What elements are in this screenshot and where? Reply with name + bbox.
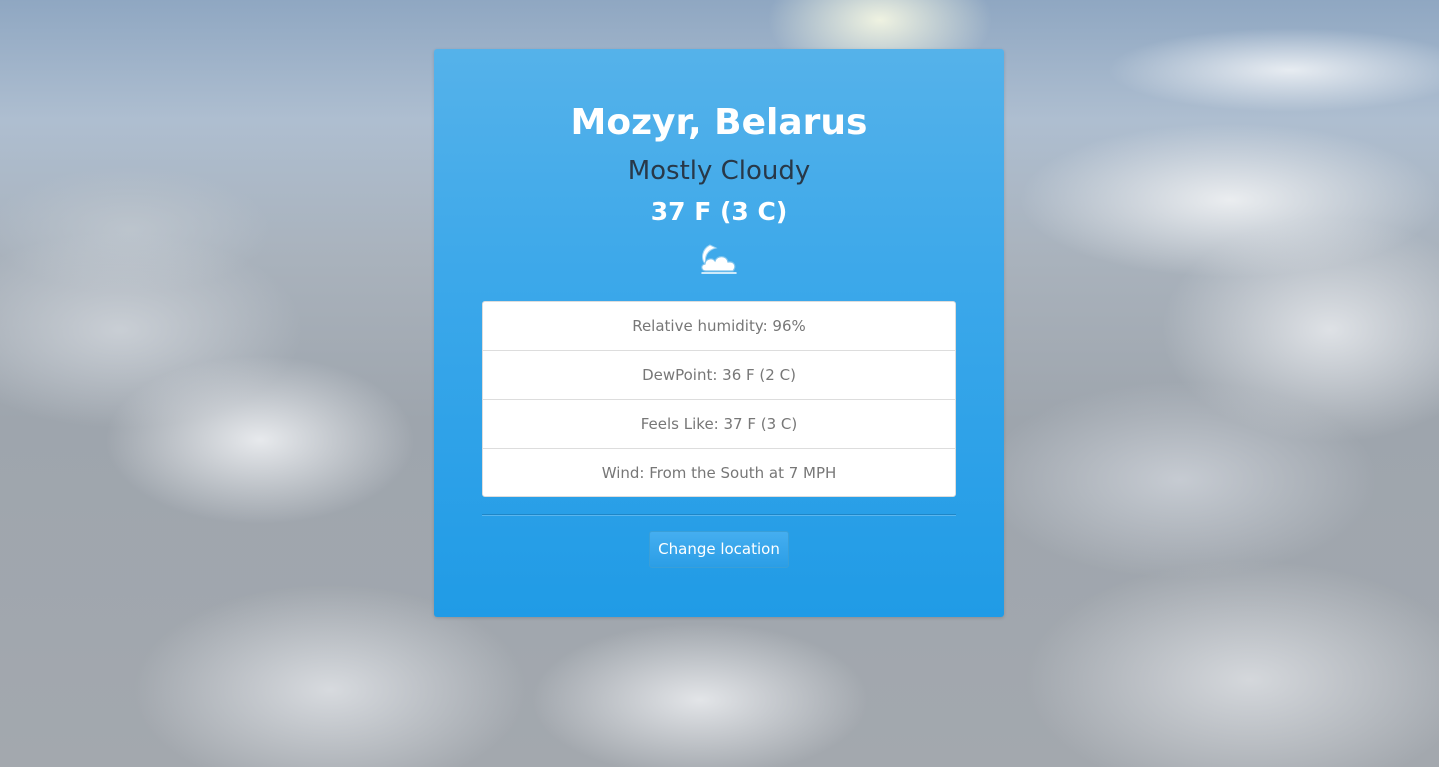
dewpoint-row: DewPoint: 36 F (2 C) <box>483 351 955 400</box>
weather-condition: Mostly Cloudy <box>627 156 811 186</box>
weather-details-list: Relative humidity: 96% DewPoint: 36 F (2… <box>482 301 956 497</box>
mostly-cloudy-night-icon <box>694 241 744 277</box>
city-heading: Mozyr, Belarus <box>570 102 868 143</box>
temperature: 37 F (3 C) <box>650 197 788 226</box>
change-location-button[interactable]: Change location <box>649 531 789 568</box>
humidity-row: Relative humidity: 96% <box>483 302 955 351</box>
wind-row: Wind: From the South at 7 MPH <box>601 464 837 482</box>
divider <box>482 514 956 516</box>
weather-card: Mozyr, Belarus Mostly Cloudy 37 F (3 C) … <box>434 49 1004 617</box>
feels-like-row: Feels Like: 37 F (3 C) <box>483 400 955 449</box>
